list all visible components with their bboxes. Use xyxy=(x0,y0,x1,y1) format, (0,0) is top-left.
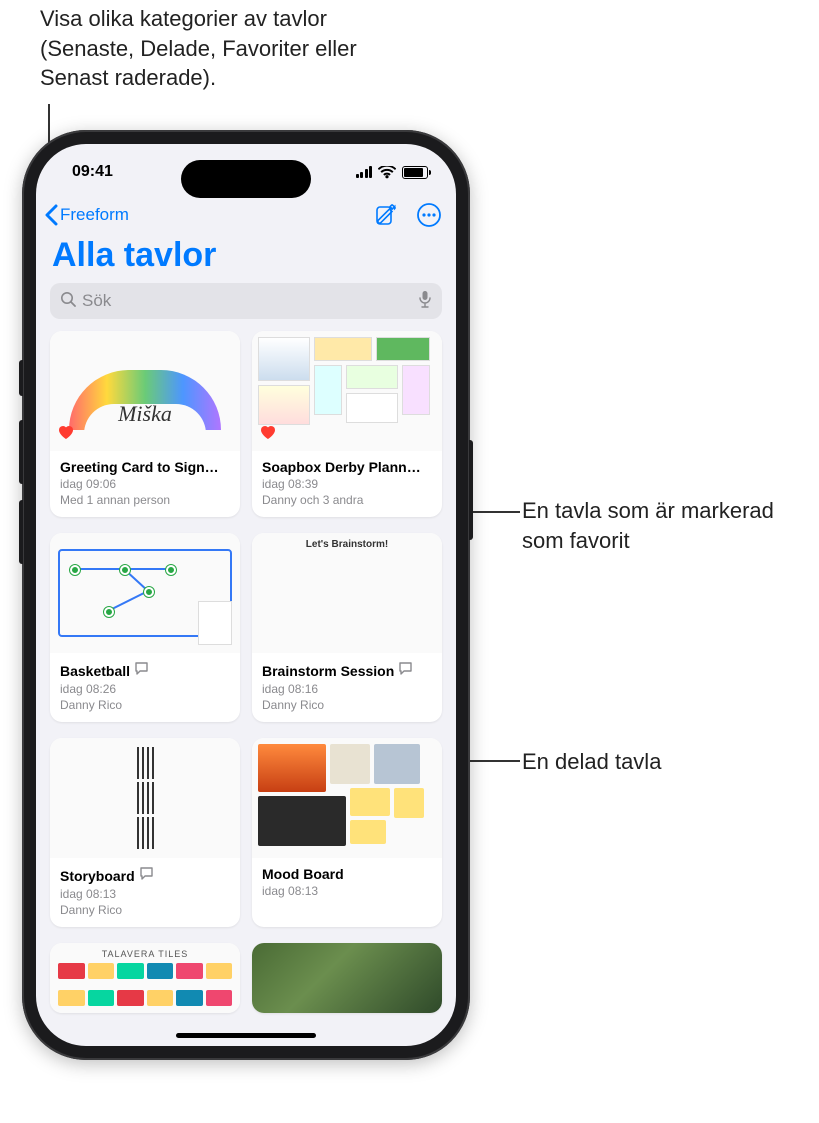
board-title: Brainstorm Session xyxy=(262,663,394,679)
volume-up-button xyxy=(19,420,23,484)
chevron-left-icon xyxy=(44,204,58,226)
board-time: idag 08:13 xyxy=(60,887,230,901)
board-thumbnail xyxy=(252,738,442,858)
phone-frame: 09:41 Freeform xyxy=(22,130,470,1060)
callout-shared-text: En delad tavla xyxy=(522,749,661,774)
back-button[interactable]: Freeform xyxy=(44,204,129,226)
board-card[interactable]: Let's Brainstorm! Brainstorm Session xyxy=(252,533,442,722)
phone-screen: 09:41 Freeform xyxy=(36,144,456,1046)
board-meta: Storyboard idag 08:13 Danny Rico xyxy=(50,858,240,927)
board-card[interactable]: Soapbox Derby Plann… idag 08:39 Danny oc… xyxy=(252,331,442,517)
callout-top: Visa olika kategorier av tavlor (Senaste… xyxy=(40,4,420,93)
board-thumbnail xyxy=(252,943,442,1013)
compose-button[interactable] xyxy=(374,203,398,227)
volume-down-button xyxy=(19,500,23,564)
board-sub: Danny Rico xyxy=(60,903,230,917)
board-card[interactable]: TALAVERA TILES xyxy=(50,943,240,1013)
cellular-icon xyxy=(356,166,373,178)
board-thumbnail: Let's Brainstorm! xyxy=(252,533,442,653)
mic-icon[interactable] xyxy=(418,290,432,313)
board-sub: Danny Rico xyxy=(60,698,230,712)
heart-icon xyxy=(260,425,276,445)
board-title: Greeting Card to Sign… xyxy=(60,459,219,475)
board-title: Storyboard xyxy=(60,868,135,884)
board-card[interactable] xyxy=(252,943,442,1013)
board-meta: Mood Board idag 08:13 xyxy=(252,858,442,910)
board-sub: Med 1 annan person xyxy=(60,493,230,507)
board-card[interactable]: Storyboard idag 08:13 Danny Rico xyxy=(50,738,240,927)
power-button xyxy=(469,440,473,540)
board-card[interactable]: Mood Board idag 08:13 xyxy=(252,738,442,927)
board-meta: Basketball idag 08:26 Danny Rico xyxy=(50,653,240,722)
callout-top-text: Visa olika kategorier av tavlor (Senaste… xyxy=(40,6,357,90)
boards-grid: Miška Greeting Card to Sign… idag 09:06 … xyxy=(36,331,456,1013)
back-label: Freeform xyxy=(60,205,129,225)
more-button[interactable] xyxy=(416,202,442,228)
heart-icon xyxy=(58,425,74,445)
board-thumbnail xyxy=(50,738,240,858)
home-indicator xyxy=(176,1033,316,1038)
board-time: idag 09:06 xyxy=(60,477,230,491)
thumb-title: Let's Brainstorm! xyxy=(306,539,388,550)
board-thumbnail xyxy=(50,533,240,653)
search-icon xyxy=(60,291,76,312)
board-title: Soapbox Derby Plann… xyxy=(262,459,421,475)
board-time: idag 08:16 xyxy=(262,682,432,696)
board-card[interactable]: Miška Greeting Card to Sign… idag 09:06 … xyxy=(50,331,240,517)
board-time: idag 08:13 xyxy=(262,884,432,898)
board-thumbnail: Miška xyxy=(50,331,240,451)
board-meta: Brainstorm Session idag 08:16 Danny Rico xyxy=(252,653,442,722)
search-input[interactable] xyxy=(82,291,412,311)
chat-bubble-icon xyxy=(134,661,149,680)
status-right xyxy=(356,166,429,179)
board-thumbnail: TALAVERA TILES xyxy=(50,943,240,1013)
nav-right xyxy=(374,202,442,228)
callout-shared: En delad tavla xyxy=(522,747,782,777)
board-sub: Danny och 3 andra xyxy=(262,493,432,507)
nav-bar: Freeform xyxy=(36,200,456,236)
chat-bubble-icon xyxy=(398,661,413,680)
battery-icon xyxy=(402,166,428,179)
board-title: Mood Board xyxy=(262,866,344,882)
page-title: Alla tavlor xyxy=(36,236,456,283)
board-meta: Soapbox Derby Plann… idag 08:39 Danny oc… xyxy=(252,451,442,517)
search-bar[interactable] xyxy=(50,283,442,319)
board-meta: Greeting Card to Sign… idag 09:06 Med 1 … xyxy=(50,451,240,517)
board-sub: Danny Rico xyxy=(262,698,432,712)
board-time: idag 08:26 xyxy=(60,682,230,696)
board-time: idag 08:39 xyxy=(262,477,432,491)
callout-favorite-text: En tavla som är markerad som favorit xyxy=(522,498,774,553)
board-thumbnail xyxy=(252,331,442,451)
dynamic-island xyxy=(181,160,311,198)
wifi-icon xyxy=(378,166,396,179)
chat-bubble-icon xyxy=(139,866,154,885)
side-button xyxy=(19,360,23,396)
status-time: 09:41 xyxy=(72,163,113,181)
board-card[interactable]: Basketball idag 08:26 Danny Rico xyxy=(50,533,240,722)
callout-favorite: En tavla som är markerad som favorit xyxy=(522,496,802,555)
thumb-title: TALAVERA TILES xyxy=(102,949,189,959)
board-title: Basketball xyxy=(60,663,130,679)
